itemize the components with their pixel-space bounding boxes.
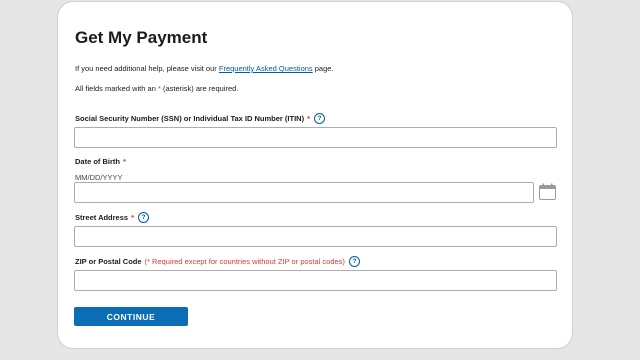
help-text-suffix: page. bbox=[312, 64, 334, 73]
required-fields-note: All fields marked with an * (asterisk) a… bbox=[75, 84, 238, 93]
help-text: If you need additional help, please visi… bbox=[75, 64, 334, 73]
help-text-prefix: If you need additional help, please visi… bbox=[75, 64, 219, 73]
faq-link[interactable]: Frequently Asked Questions bbox=[219, 64, 313, 73]
street-address-input[interactable] bbox=[74, 226, 557, 247]
zip-label: ZIP or Postal Code (* Required except fo… bbox=[75, 256, 360, 267]
required-note-suffix: (asterisk) are required. bbox=[160, 84, 239, 93]
dob-format-hint: MM/DD/YYYY bbox=[75, 173, 123, 182]
dob-label-text: Date of Birth bbox=[75, 157, 120, 166]
payment-form-card: Get My Payment If you need additional he… bbox=[57, 1, 573, 349]
continue-button[interactable]: CONTINUE bbox=[74, 307, 188, 326]
zip-label-text: ZIP or Postal Code bbox=[75, 257, 142, 266]
street-help-icon[interactable]: ? bbox=[138, 212, 149, 223]
dob-required-mark: * bbox=[123, 157, 126, 166]
ssn-required-mark: * bbox=[307, 114, 310, 123]
ssn-help-icon[interactable]: ? bbox=[314, 113, 325, 124]
street-label-text: Street Address bbox=[75, 213, 129, 222]
required-note-prefix: All fields marked with an bbox=[75, 84, 158, 93]
street-required-mark: * bbox=[131, 213, 134, 222]
ssn-input[interactable] bbox=[74, 127, 557, 148]
zip-input[interactable] bbox=[74, 270, 557, 291]
ssn-label-text: Social Security Number (SSN) or Individu… bbox=[75, 114, 305, 123]
page-title: Get My Payment bbox=[75, 28, 208, 47]
zip-required-note: (* Required except for countries without… bbox=[144, 257, 345, 266]
zip-help-icon[interactable]: ? bbox=[348, 256, 360, 267]
calendar-icon[interactable] bbox=[539, 183, 556, 200]
dob-label: Date of Birth * bbox=[75, 157, 126, 166]
street-label: Street Address * ? bbox=[75, 212, 149, 223]
dob-input[interactable] bbox=[74, 182, 534, 203]
ssn-label: Social Security Number (SSN) or Individu… bbox=[75, 113, 325, 124]
